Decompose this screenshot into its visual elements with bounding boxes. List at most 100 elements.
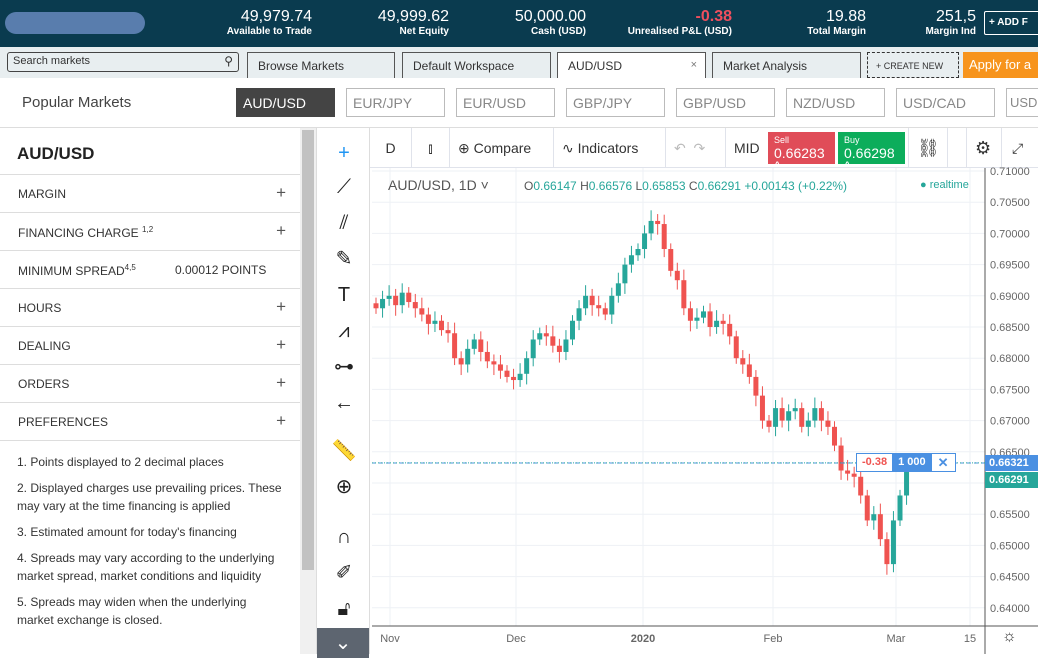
buy-button[interactable]: Buy 0.66298 ^ — [838, 132, 905, 173]
candle-body — [425, 314, 431, 324]
plus-circle-icon: ⊕ — [458, 140, 470, 156]
zoom-in-icon[interactable]: ⊕ — [329, 472, 359, 502]
search-input[interactable]: Search markets ⚲ — [7, 52, 239, 72]
trend-line-icon[interactable]: ⟋ — [329, 172, 359, 202]
plus-icon: + — [276, 221, 286, 240]
section-preferences[interactable]: PREFERENCES + — [0, 402, 300, 440]
ruler-icon[interactable]: 📏 — [329, 436, 359, 466]
tab-market-analysis[interactable]: Market Analysis — [712, 52, 861, 78]
lock-drawing-icon[interactable]: ✐ — [329, 558, 359, 588]
mid-button[interactable]: MID — [726, 128, 766, 168]
indicators-icon: ∿ — [562, 140, 574, 156]
back-arrow-icon[interactable]: ← — [329, 388, 359, 418]
footnote: 3. Estimated amount for today's financin… — [17, 525, 237, 539]
position-line-label[interactable]: -0.38 1 000 ✕ — [856, 453, 956, 472]
market-pill[interactable]: EUR/JPY — [346, 88, 445, 117]
link-icon[interactable]: ⛓ — [908, 128, 948, 168]
create-new-button[interactable]: + CREATE NEW — [867, 52, 959, 78]
market-pill[interactable]: EUR/USD — [456, 88, 555, 117]
x-tick-label: 2020 — [631, 633, 655, 645]
candle-body — [786, 411, 792, 421]
candle-body — [543, 333, 549, 337]
candle-body — [576, 308, 582, 321]
tab-browse-markets[interactable]: Browse Markets — [247, 52, 395, 78]
stat-total-margin: 19.88 Total Margin — [807, 8, 866, 37]
market-pill[interactable]: USD — [1006, 88, 1038, 117]
fib-icon[interactable]: ⫽ — [329, 208, 359, 238]
pattern-icon[interactable]: ⩘ — [329, 316, 359, 346]
interval-button[interactable]: D — [370, 128, 412, 168]
candle-body — [589, 295, 595, 306]
compare-label: Compare — [473, 140, 532, 156]
add-funds-button[interactable]: + ADD F — [984, 11, 1038, 35]
undo-redo[interactable]: ↶ ↷ — [666, 128, 726, 168]
section-financing[interactable]: FINANCING CHARGE 1,2 + — [0, 212, 300, 250]
account-header: 49,979.74 Available to Trade 49,999.62 Net… — [0, 0, 1038, 47]
section-label: HOURS — [18, 301, 62, 315]
candle-body — [537, 333, 543, 340]
market-pill[interactable]: USD/CAD — [896, 88, 995, 117]
unlock-icon[interactable]: 🔓︎ — [329, 594, 359, 624]
candle-body — [766, 420, 772, 427]
stat-value: 50,000.00 — [514, 8, 586, 25]
spread-value: 0.00012 POINTS — [175, 263, 267, 277]
market-pill[interactable]: AUD/USD — [236, 88, 335, 117]
prediction-icon[interactable]: ⊶ — [329, 352, 359, 382]
market-pill[interactable]: NZD/USD — [786, 88, 885, 117]
candles-icon[interactable]: ⫾ — [412, 128, 450, 168]
apply-button[interactable]: Apply for a — [963, 52, 1038, 78]
text-icon[interactable]: T — [329, 280, 359, 310]
stat-value: 19.88 — [825, 8, 866, 25]
candle-body — [799, 408, 805, 427]
section-label: DEALING — [18, 339, 71, 353]
search-icon: ⚲ — [224, 54, 233, 68]
stat-label: Available to Trade — [226, 26, 312, 37]
candle-body — [727, 323, 733, 337]
compare-button[interactable]: ⊕ Compare — [450, 128, 554, 168]
candle-body — [655, 220, 661, 225]
redo-icon[interactable]: ↷ — [694, 140, 706, 156]
close-position-icon[interactable]: ✕ — [932, 454, 955, 471]
fullscreen-icon[interactable]: ⤢ — [1004, 128, 1038, 168]
section-label: FINANCING CHARGE — [18, 226, 139, 240]
tab-aud-usd[interactable]: AUD/USD × — [557, 52, 706, 78]
close-icon[interactable]: × — [691, 59, 697, 71]
candle-body — [661, 224, 667, 249]
symbol-label: AUD/USD, 1D — [388, 177, 477, 193]
section-orders[interactable]: ORDERS + — [0, 364, 300, 402]
candle-body — [406, 292, 412, 303]
market-pill[interactable]: GBP/USD — [676, 88, 775, 117]
candle-body — [491, 361, 497, 365]
candle-body — [694, 317, 700, 321]
scrollbar-thumb[interactable] — [302, 130, 314, 570]
candle-body — [622, 264, 628, 284]
indicators-button[interactable]: ∿ Indicators — [554, 128, 666, 168]
candle-body — [805, 420, 811, 427]
candle-body — [530, 339, 536, 359]
tab-default-workspace[interactable]: Default Workspace — [402, 52, 551, 78]
crosshair-icon[interactable]: + — [329, 138, 359, 168]
market-pill[interactable]: GBP/JPY — [566, 88, 665, 117]
candle-body — [845, 470, 851, 474]
section-label: MINIMUM SPREAD — [18, 264, 125, 278]
axis-settings-icon[interactable]: ☼ — [1002, 628, 1017, 646]
footnote-ref: 1,2 — [142, 225, 154, 234]
candle-body — [556, 345, 562, 352]
footnote: 4. Spreads may vary according to the und… — [17, 551, 275, 583]
stat-label: Margin Ind — [925, 26, 976, 37]
panel-scrollbar[interactable] — [300, 128, 316, 654]
undo-icon[interactable]: ↶ — [674, 140, 686, 156]
candle-body — [851, 473, 857, 477]
section-margin[interactable]: MARGIN + — [0, 174, 300, 212]
section-hours[interactable]: HOURS + — [0, 288, 300, 326]
candle-body — [609, 295, 615, 315]
candle-body — [773, 408, 779, 427]
magnet-icon[interactable]: ∩ — [329, 522, 359, 552]
chart-symbol[interactable]: AUD/USD, 1D ˅ — [388, 177, 489, 193]
settings-icon[interactable]: ⚙ — [966, 128, 1002, 168]
stat-value: 49,999.62 — [377, 8, 449, 25]
section-dealing[interactable]: DEALING + — [0, 326, 300, 364]
sell-button[interactable]: Sell 0.66283 ^ — [768, 132, 835, 173]
brush-icon[interactable]: ✎ — [329, 244, 359, 274]
candle-body — [897, 495, 903, 521]
